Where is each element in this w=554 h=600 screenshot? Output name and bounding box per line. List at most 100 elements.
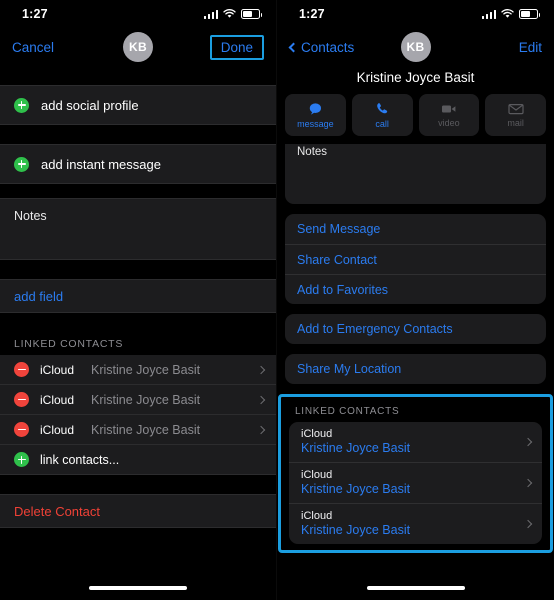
message-bubble-icon — [308, 102, 323, 116]
share-my-location-row[interactable]: Share My Location — [285, 354, 546, 384]
contact-name: Kristine Joyce Basit — [356, 70, 475, 85]
left-nav-bar: Cancel KB Done — [0, 28, 276, 66]
emergency-contacts-card: Add to Emergency Contacts — [285, 314, 546, 344]
linked-contact-name: Kristine Joyce Basit — [301, 523, 411, 537]
spacer — [0, 125, 276, 144]
linked-contact-source: iCloud — [40, 422, 75, 437]
notes-field[interactable]: Notes — [0, 198, 276, 260]
primary-actions-card: Send Message Share Contact Add to Favori… — [285, 214, 546, 304]
cellular-signal-icon — [481, 9, 496, 19]
mail-action-button: mail — [485, 94, 546, 136]
right-nav-bar: Contacts KB Edit — [277, 28, 554, 66]
send-message-row[interactable]: Send Message — [285, 214, 546, 244]
back-label: Contacts — [301, 39, 355, 55]
status-time: 1:27 — [22, 7, 48, 21]
linked-contact-name: Kristine Joyce Basit — [301, 482, 411, 496]
call-action-label: call — [375, 118, 389, 129]
plus-icon — [14, 97, 29, 113]
done-button[interactable]: Done — [209, 34, 264, 60]
notes-card[interactable]: Notes — [285, 144, 546, 204]
spacer — [0, 66, 276, 85]
video-camera-icon — [441, 103, 457, 115]
linked-contact-row[interactable]: iCloud Kristine Joyce Basit — [0, 415, 276, 445]
call-action-button[interactable]: call — [351, 94, 413, 136]
link-contacts-row[interactable]: link contacts... — [0, 445, 276, 475]
linked-contacts-header: LINKED CONTACTS — [295, 406, 400, 417]
wifi-icon — [501, 9, 514, 19]
avatar[interactable]: KB — [123, 32, 153, 62]
chevron-right-icon — [256, 395, 266, 404]
add-to-emergency-contacts-row[interactable]: Add to Emergency Contacts — [285, 314, 546, 344]
battery-icon — [519, 9, 540, 19]
share-contact-row[interactable]: Share Contact — [285, 244, 546, 274]
linked-contact-name: Kristine Joyce Basit — [301, 441, 411, 455]
chevron-right-icon — [523, 437, 533, 446]
back-to-contacts-button[interactable]: Contacts — [288, 39, 355, 55]
minus-icon[interactable] — [14, 392, 29, 407]
linked-contact-source: iCloud — [301, 469, 333, 481]
status-bar-right: 1:27 — [277, 0, 554, 28]
right-phone-screen: 1:27 Contacts KB Edit Kristine Joyce Bas… — [277, 0, 554, 600]
linked-contact-text: iCloud Kristine Joyce Basit — [301, 510, 517, 537]
add-social-profile-row[interactable]: add social profile — [0, 85, 276, 125]
cellular-signal-icon — [203, 9, 218, 19]
linked-contact-row[interactable]: iCloud Kristine Joyce Basit — [0, 385, 276, 415]
spacer — [0, 313, 276, 327]
minus-icon[interactable] — [14, 362, 29, 377]
cancel-button[interactable]: Cancel — [12, 40, 54, 55]
add-social-profile-label: add social profile — [41, 97, 139, 113]
plus-icon — [14, 452, 29, 467]
linked-contact-row[interactable]: iCloud Kristine Joyce Basit — [289, 462, 542, 503]
share-location-card: Share My Location — [285, 354, 546, 384]
home-indicator[interactable] — [366, 586, 465, 590]
add-to-favorites-row[interactable]: Add to Favorites — [285, 274, 546, 304]
linked-contact-row[interactable]: iCloud Kristine Joyce Basit — [289, 422, 542, 462]
left-phone-screen: 1:27 Cancel KB Done add social profile a… — [0, 0, 277, 600]
chevron-right-icon — [523, 478, 533, 487]
message-action-label: message — [297, 118, 334, 129]
plus-icon — [14, 156, 29, 172]
delete-contact-row[interactable]: Delete Contact — [0, 494, 276, 528]
delete-contact-label: Delete Contact — [14, 503, 100, 519]
avatar[interactable]: KB — [400, 32, 431, 62]
linked-contact-name: Kristine Joyce Basit — [91, 392, 201, 407]
spacer — [0, 184, 276, 198]
add-instant-message-row[interactable]: add instant message — [0, 144, 276, 184]
contact-action-bar: message call video mail — [277, 94, 554, 144]
linked-contact-source: iCloud — [301, 428, 333, 440]
chevron-right-icon — [256, 365, 266, 374]
notes-label: Notes — [14, 209, 47, 223]
add-field-label: add field — [14, 288, 64, 304]
notes-label: Notes — [297, 146, 328, 158]
dual-screenshot-stage: 1:27 Cancel KB Done add social profile a… — [0, 0, 554, 600]
linked-contact-row[interactable]: iCloud Kristine Joyce Basit — [289, 503, 542, 544]
status-icons — [481, 9, 540, 19]
phone-icon — [375, 102, 389, 116]
chevron-right-icon — [523, 519, 533, 528]
status-icons — [203, 9, 262, 19]
chevron-right-icon — [256, 425, 266, 434]
linked-contact-source: iCloud — [301, 510, 333, 522]
minus-icon[interactable] — [14, 422, 29, 437]
battery-icon — [241, 9, 262, 19]
linked-contact-source: iCloud — [40, 392, 75, 407]
message-action-button[interactable]: message — [285, 94, 346, 136]
left-edit-list: add social profile add instant message N… — [0, 66, 276, 528]
linked-contact-row[interactable]: iCloud Kristine Joyce Basit — [0, 355, 276, 385]
add-instant-message-label: add instant message — [41, 156, 161, 172]
linked-contact-source: iCloud — [40, 362, 75, 377]
linked-contact-text: iCloud Kristine Joyce Basit — [301, 469, 517, 496]
chevron-left-icon — [288, 42, 299, 52]
mail-action-label: mail — [507, 117, 524, 128]
home-indicator[interactable] — [89, 586, 187, 590]
add-field-row[interactable]: add field — [0, 279, 276, 313]
status-bar-left: 1:27 — [0, 0, 276, 28]
linked-contacts-highlight: LINKED CONTACTS iCloud Kristine Joyce Ba… — [278, 394, 553, 553]
edit-button[interactable]: Edit — [519, 40, 542, 55]
linked-contacts-card: iCloud Kristine Joyce Basit iCloud Krist… — [289, 422, 542, 544]
linked-contact-name: Kristine Joyce Basit — [91, 362, 201, 377]
linked-contact-name: Kristine Joyce Basit — [91, 422, 201, 437]
